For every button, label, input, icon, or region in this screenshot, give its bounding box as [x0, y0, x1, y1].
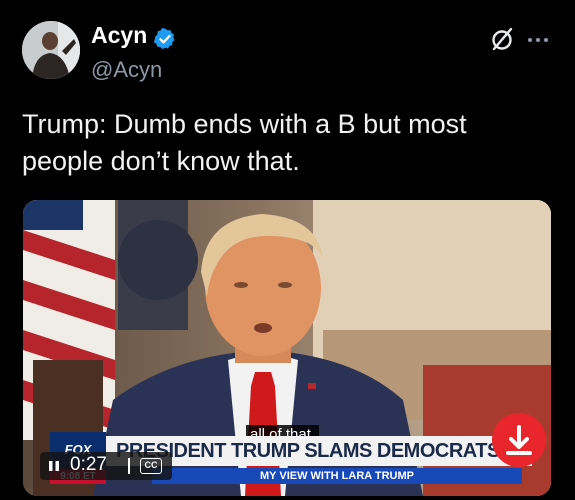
- x-logo-icon[interactable]: [490, 26, 516, 52]
- controls-divider: [128, 458, 130, 474]
- author-handle[interactable]: @Acyn: [91, 57, 162, 83]
- more-icon[interactable]: [526, 36, 550, 44]
- avatar-image: [22, 21, 80, 79]
- download-button[interactable]: [492, 413, 546, 467]
- download-icon: [506, 425, 532, 455]
- video-player[interactable]: all of that. FOX PRESIDENT TRUMP SLAMS D…: [23, 200, 551, 496]
- elapsed-time: 0:27: [70, 454, 107, 475]
- chyron-subline: MY VIEW WITH LARA TRUMP: [152, 468, 522, 484]
- author-name[interactable]: Acyn: [91, 22, 147, 49]
- avatar[interactable]: [22, 21, 80, 79]
- pause-icon[interactable]: [48, 460, 60, 472]
- tweet-text: Trump: Dumb ends with a B but most peopl…: [22, 109, 467, 176]
- closed-captions-button[interactable]: CC: [140, 458, 162, 474]
- playback-controls: 0:27 CC: [40, 452, 172, 480]
- verified-badge-icon: [153, 28, 175, 50]
